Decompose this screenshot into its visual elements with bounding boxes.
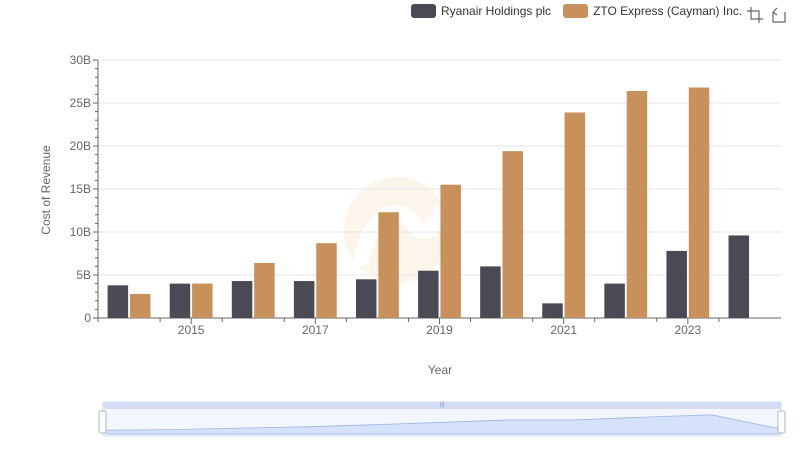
bar-ryanair-2016[interactable] <box>231 281 253 318</box>
bar-zto-2016[interactable] <box>254 262 275 318</box>
bar-zto-2020[interactable] <box>502 151 524 318</box>
bar-ryanair-2014[interactable] <box>107 285 129 318</box>
bar-ryanair-2023[interactable] <box>666 250 687 318</box>
y-axis: 0 5B 10B 15B 20B 25B 30B <box>70 53 99 325</box>
x-tick-label: 2021 <box>550 323 577 337</box>
x-axis-title: Year <box>428 363 452 377</box>
x-tick-label: 2019 <box>426 323 453 337</box>
y-tick-label: 0 <box>84 311 91 325</box>
bar-ryanair-2018[interactable] <box>355 279 377 318</box>
bar-ryanair-2024[interactable] <box>728 235 750 318</box>
y-tick-label: 20B <box>70 139 91 153</box>
bar-zto-2019[interactable] <box>440 184 461 318</box>
slider-handle-left[interactable] <box>98 410 107 434</box>
slider-handle-right[interactable] <box>777 410 786 434</box>
bar-ryanair-2015[interactable] <box>169 283 191 318</box>
bar-ryanair-2020[interactable] <box>480 266 501 318</box>
data-zoom-slider[interactable]: ||| <box>98 401 786 437</box>
bar-ryanair-2022[interactable] <box>604 283 625 318</box>
slider-grip-icon[interactable]: ||| <box>440 402 445 408</box>
bar-zto-2021[interactable] <box>564 112 586 319</box>
bar-chart: 05B10B15B20B25B30B 2015 2017 2019 2021 2023 … <box>39 53 786 437</box>
bar-zto-2015[interactable] <box>192 283 213 318</box>
x-tick-label: 2017 <box>302 323 329 337</box>
y-tick-label: 25B <box>70 96 91 110</box>
x-axis: 2015 2017 2019 2021 2023 <box>97 317 781 337</box>
x-tick-label: 2015 <box>178 323 205 337</box>
bar-zto-2018[interactable] <box>378 212 399 318</box>
y-axis-title: Cost of Revenue <box>39 145 53 235</box>
bar-ryanair-2021[interactable] <box>542 303 563 318</box>
y-tick-label: 10B <box>70 225 91 239</box>
bar-zto-2014[interactable] <box>129 293 151 318</box>
bar-zto-2023[interactable] <box>688 87 710 319</box>
bar-zto-2022[interactable] <box>626 90 648 319</box>
x-tick-label: 2023 <box>675 323 702 337</box>
y-tick-label: 15B <box>70 182 91 196</box>
y-tick-label: 5B <box>76 268 91 282</box>
bar-zto-2017[interactable] <box>316 243 337 318</box>
bar-ryanair-2019[interactable] <box>418 270 439 318</box>
y-tick-label: 30B <box>70 53 91 67</box>
bar-ryanair-2017[interactable] <box>293 281 315 318</box>
